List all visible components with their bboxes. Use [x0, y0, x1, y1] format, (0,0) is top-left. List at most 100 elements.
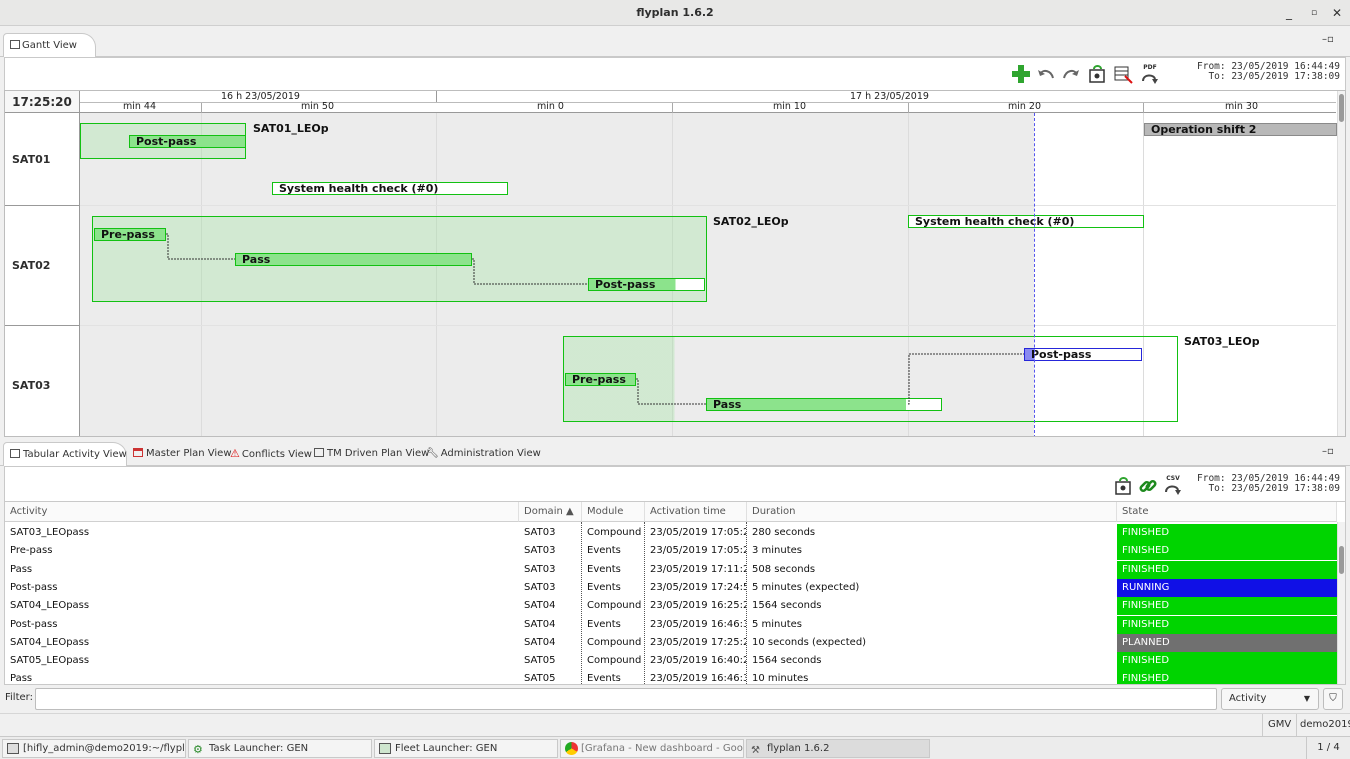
tab-tm-driven-plan-view-label: TM Driven Plan View: [327, 448, 430, 459]
table-row[interactable]: Post-pass SAT04 Events 23/05/2019 16:46:32 5…: [5, 615, 1337, 634]
taskbar-item-terminal[interactable]: [hifly_admin@demo2019:~/flyplan/c...: [2, 739, 186, 758]
tab-master-plan-view[interactable]: Master Plan View: [127, 442, 238, 466]
cell-module: Events: [587, 618, 621, 630]
chrome-icon: [565, 742, 578, 755]
cell-domain: SAT03: [524, 545, 556, 557]
filter-input[interactable]: [35, 688, 1217, 710]
gantt-date-range: From: 23/05/2019 16:44:49 To: 23/05/2019…: [1180, 62, 1340, 82]
table-row[interactable]: Pre-pass SAT03 Events 23/05/2019 17:05:24 3 …: [5, 542, 1337, 561]
export-table-icon[interactable]: [1112, 63, 1134, 85]
close-button[interactable]: ✕: [1326, 0, 1348, 26]
taskbar-item-grafana-label: [Grafana - New dashboard - Google ...: [581, 743, 743, 754]
tab-gantt-view[interactable]: Gantt View: [3, 33, 96, 57]
taskbar-item-task-launcher[interactable]: ⚙ Task Launcher: GEN: [188, 739, 372, 758]
bottom-panel-tabstrip: Tabular Activity View Master Plan View ⚠…: [0, 442, 1350, 466]
minimize-button[interactable]: _: [1278, 0, 1300, 26]
cell-module: Compound a: [587, 636, 644, 648]
column-header-activation-time[interactable]: Activation time: [645, 502, 747, 522]
table-row[interactable]: Pass SAT03 Events 23/05/2019 17:11:24 508 se…: [5, 560, 1337, 579]
cell-domain: SAT03: [524, 581, 556, 593]
filter-funnel-button[interactable]: ⛉: [1323, 688, 1343, 710]
column-header-state[interactable]: State: [1117, 502, 1337, 522]
table-row[interactable]: SAT04_LEOpass SAT04 Compound a 23/05/2019 1…: [5, 633, 1337, 652]
add-icon[interactable]: [1010, 63, 1032, 85]
cell-duration: 5 minutes: [752, 618, 803, 630]
table-row[interactable]: Post-pass SAT03 Events 23/05/2019 17:24:53 5…: [5, 578, 1337, 597]
cell-state: RUNNING: [1117, 578, 1337, 597]
column-header-domain[interactable]: Domain ▲: [519, 502, 582, 522]
filter-field-value: Activity: [1229, 693, 1267, 704]
refresh-icon[interactable]: [1086, 63, 1108, 85]
table-row[interactable]: SAT05_LEOpass SAT05 Compound a 23/05/2019 1…: [5, 652, 1337, 671]
dropdown-arrow-icon: ▼: [1303, 694, 1310, 703]
gantt-range-to: To: 23/05/2019 17:38:09: [1208, 71, 1340, 82]
cell-module: Events: [587, 581, 621, 593]
activity-table[interactable]: Activity Domain ▲ Module Activation time…: [4, 501, 1346, 685]
column-header-activity[interactable]: Activity: [5, 502, 519, 522]
cell-state: FINISHED: [1117, 560, 1337, 579]
maximize-button[interactable]: ▫: [1303, 0, 1325, 26]
table-tab-icon: [10, 449, 20, 458]
status-bar: GMV demo2019: [0, 713, 1350, 736]
cell-duration: 5 minutes (expected): [752, 581, 860, 593]
table-row[interactable]: SAT03_LEOpass SAT03 Compound a 23/05/2019 1…: [5, 524, 1337, 542]
table-row[interactable]: SAT04_LEOpass SAT04 Compound a 23/05/2019 1…: [5, 597, 1337, 616]
cell-module: Events: [587, 563, 621, 575]
top-panel-controls[interactable]: –▫: [1322, 34, 1334, 45]
table-scrollbar-thumb[interactable]: [1339, 546, 1344, 574]
taskbar-item-flyplan[interactable]: ⚒ flyplan 1.6.2: [746, 739, 930, 758]
taskbar-item-fleet-launcher[interactable]: Fleet Launcher: GEN: [374, 739, 558, 758]
cell-activation-time: 23/05/2019 17:05:20: [650, 527, 746, 538]
cell-activation-time: 23/05/2019 17:05:24: [650, 545, 746, 557]
cell-duration: 508 seconds: [752, 563, 816, 575]
redo-icon[interactable]: [1060, 63, 1082, 85]
undo-icon[interactable]: [1035, 63, 1057, 85]
gantt-tab-icon: [10, 40, 20, 49]
cell-module: Events: [587, 673, 621, 685]
cell-duration: 10 seconds (expected): [752, 636, 867, 648]
export-pdf-icon: [1142, 74, 1158, 84]
gear-icon: ⚙: [193, 743, 203, 756]
tab-tabular-activity-view[interactable]: Tabular Activity View: [3, 442, 127, 466]
table-refresh-icon[interactable]: [1112, 475, 1134, 497]
taskbar: [hifly_admin@demo2019:~/flyplan/c... ⚙ Ta…: [0, 736, 1350, 759]
cell-activity: SAT04_LEOpass: [10, 636, 90, 648]
taskbar-item-task-launcher-label: Task Launcher: GEN: [209, 743, 309, 754]
calendar-icon: [133, 448, 143, 457]
cell-activity: Pre-pass: [10, 545, 53, 557]
flyplan-icon: ⚒: [751, 745, 760, 756]
tab-conflicts-view[interactable]: ⚠ Conflicts View: [224, 442, 318, 466]
tab-administration-view-label: Administration View: [440, 448, 541, 459]
cell-duration: 10 minutes: [752, 673, 809, 685]
cell-domain: SAT03: [524, 527, 556, 538]
window-titlebar: flyplan 1.6.2: [0, 0, 1350, 26]
link-icon[interactable]: [1137, 475, 1159, 497]
column-header-module[interactable]: Module: [582, 502, 645, 522]
filter-field-select[interactable]: Activity ▼: [1221, 688, 1319, 710]
cell-duration: 280 seconds: [752, 527, 816, 538]
cell-module: Events: [587, 545, 621, 557]
user-label: demo2019: [1300, 719, 1350, 730]
tab-master-plan-view-label: Master Plan View: [146, 448, 232, 459]
current-time-line: [1034, 113, 1035, 436]
cell-activity: Post-pass: [10, 581, 58, 593]
workspace-indicator[interactable]: 1 / 4: [1306, 737, 1350, 759]
cell-state: FINISHED: [1117, 670, 1337, 684]
gantt-scrollbar[interactable]: [1337, 91, 1345, 436]
export-pdf-button[interactable]: PDF: [1140, 64, 1160, 88]
filter-bar: Filter: Activity ▼ ⛉: [0, 686, 1350, 712]
cell-domain: SAT04: [524, 636, 556, 648]
cell-domain: SAT03: [524, 563, 556, 575]
cell-duration: 1564 seconds: [752, 655, 822, 667]
gantt-chart[interactable]: 17:25:20 16 h 23/05/2019 17 h 23/05/2019…: [4, 90, 1346, 437]
table-date-range: From: 23/05/2019 16:44:49 To: 23/05/2019…: [1180, 474, 1340, 494]
cell-activity: SAT05_LEOpass: [10, 655, 90, 667]
table-row[interactable]: Pass SAT05 Events 23/05/2019 16:46:32 10 min…: [5, 670, 1337, 685]
column-header-duration[interactable]: Duration: [747, 502, 1117, 522]
cell-duration: 3 minutes: [752, 545, 803, 557]
gantt-scrollbar-thumb[interactable]: [1339, 94, 1344, 122]
bottom-panel-controls[interactable]: –▫: [1322, 446, 1334, 457]
taskbar-item-grafana[interactable]: [Grafana - New dashboard - Google ...: [560, 739, 744, 758]
tab-administration-view[interactable]: 🔧︎ Administration View: [420, 442, 547, 466]
tab-tm-driven-plan-view[interactable]: TM Driven Plan View: [308, 442, 435, 466]
